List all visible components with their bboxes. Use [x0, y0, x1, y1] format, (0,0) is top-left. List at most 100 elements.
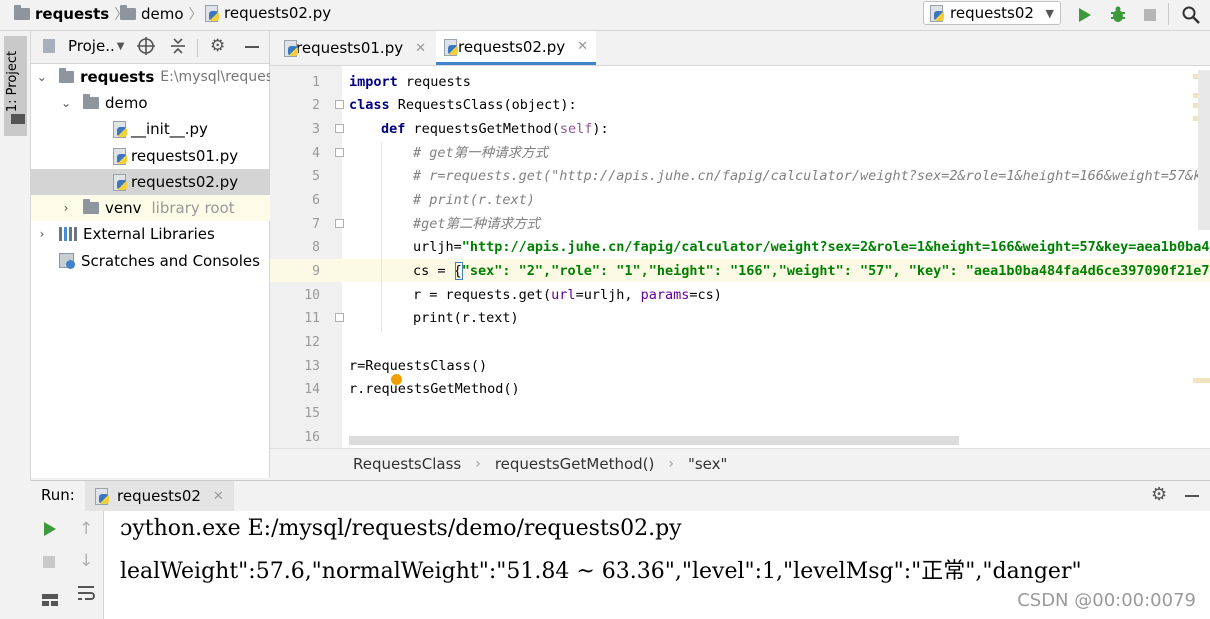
breadcrumb-demo[interactable]: demo 〉	[120, 4, 203, 24]
fold-marker-icon[interactable]	[335, 219, 344, 228]
line-number: 8	[312, 240, 320, 255]
line-number: 5	[312, 169, 320, 184]
text-caret	[455, 262, 463, 280]
folder-icon	[14, 5, 30, 20]
soft-wrap-icon[interactable]	[77, 585, 95, 605]
code-line-5: # r=requests.get("http://apis.juhe.cn/fa…	[413, 168, 1210, 184]
debug-icon[interactable]	[1108, 5, 1128, 25]
run-panel-label: Run:	[41, 486, 75, 504]
gear-icon[interactable]: ⚙	[1151, 485, 1167, 505]
tree-item-path: E:\mysql\reques	[160, 69, 273, 85]
line-number: 2	[312, 98, 320, 113]
run-tab-requests02[interactable]: requests02 ✕	[85, 481, 234, 511]
navigation-bar: requests 〉 demo 〉 requests02.py requests…	[0, 0, 1210, 31]
code-line-4: # get第一种请求方式	[413, 145, 549, 161]
python-file-icon	[95, 488, 109, 505]
tree-item-label: External Libraries	[83, 225, 215, 243]
breadcrumb-method[interactable]: requestsGetMethod()	[495, 455, 655, 473]
python-file-icon	[205, 5, 219, 22]
code-line-11: print(r.text)	[413, 310, 519, 326]
code-line-3: def requestsGetMethod(self):	[381, 121, 609, 137]
error-stripe-marker[interactable]	[1193, 378, 1210, 383]
python-file-icon	[444, 38, 458, 56]
chevron-right-icon: ›	[63, 201, 69, 215]
scratches-icon	[59, 253, 75, 269]
hide-panel-icon[interactable]	[245, 46, 259, 48]
code-line-6: # print(r.text)	[413, 192, 535, 208]
console-line: ɔython.exe E:/mysql/requests/demo/reques…	[120, 516, 682, 541]
tree-item-requests[interactable]: ⌄ requests E:\mysql\reques	[31, 64, 273, 90]
tree-item-label: requests01.py	[131, 147, 239, 165]
fold-marker-icon[interactable]	[335, 313, 344, 322]
run-configuration-dropdown[interactable]: requests02 ▼	[923, 1, 1061, 25]
run-toolbar: ↑ ↓	[31, 511, 104, 619]
locate-icon[interactable]	[137, 37, 155, 59]
tab-label: requests01.py	[296, 39, 404, 57]
code-line-14: r.requestsGetMethod()	[349, 381, 520, 397]
code-line-10: r = requests.get(url=urljh, params=cs)	[413, 287, 722, 303]
close-icon[interactable]: ✕	[415, 41, 426, 56]
folder-icon	[11, 114, 25, 124]
chevron-right-icon: ›	[668, 455, 674, 472]
editor-tabs-bar: requests01.py ✕ requests02.py ✕	[270, 31, 1210, 66]
python-file-icon	[113, 174, 127, 191]
line-number: 6	[312, 193, 320, 208]
stop-icon[interactable]	[1140, 5, 1160, 25]
close-icon[interactable]: ✕	[577, 39, 588, 54]
tree-item-label: __init__.py	[131, 120, 208, 138]
tree-item-label: requests	[80, 68, 155, 86]
toolbar-divider	[1168, 3, 1169, 25]
tree-item-demo[interactable]: ⌄ demo	[31, 90, 297, 116]
folder-icon	[58, 68, 75, 83]
breadcrumb-project[interactable]: requests 〉	[14, 4, 128, 24]
arrow-up-icon[interactable]: ↑	[79, 519, 93, 539]
tab-label: requests02.py	[458, 37, 566, 56]
chevron-down-icon: ⌄	[60, 96, 72, 110]
breadcrumb-key[interactable]: "sex"	[688, 455, 727, 473]
vertical-scrollbar[interactable]	[1198, 70, 1210, 230]
intention-bulb-icon[interactable]	[391, 374, 402, 385]
tree-item-scratches[interactable]: Scratches and Consoles	[31, 248, 297, 274]
rerun-icon[interactable]	[43, 521, 57, 541]
breadcrumb-file[interactable]: requests02.py	[205, 4, 331, 22]
code-line-1: import requests	[349, 74, 471, 90]
fold-marker-icon[interactable]	[335, 148, 344, 157]
folder-icon	[83, 199, 99, 214]
tree-item-venv[interactable]: › venv library root	[31, 195, 297, 221]
fold-marker-icon[interactable]	[335, 124, 344, 133]
project-view-icon	[43, 39, 55, 53]
breadcrumb-class[interactable]: RequestsClass	[353, 455, 461, 473]
close-icon[interactable]: ✕	[213, 489, 224, 504]
horizontal-scrollbar[interactable]	[349, 436, 959, 445]
stop-icon[interactable]	[43, 556, 55, 568]
folder-icon	[83, 94, 99, 109]
python-file-icon	[284, 40, 298, 57]
python-file-icon	[113, 148, 127, 165]
library-icon	[59, 227, 77, 241]
collapse-all-icon[interactable]	[170, 37, 186, 59]
arrow-down-icon[interactable]: ↓	[79, 551, 93, 571]
line-number: 3	[312, 122, 320, 137]
gear-icon[interactable]: ⚙	[210, 37, 225, 55]
project-view-dropdown[interactable]: Proje.. ▼	[68, 37, 124, 55]
fold-marker-icon[interactable]	[335, 100, 344, 109]
tab-requests02[interactable]: requests02.py ✕	[436, 31, 596, 65]
line-number: 14	[304, 382, 320, 397]
chevron-down-icon: ⌄	[36, 70, 47, 84]
code-line-8: urljh="http://apis.juhe.cn/fapig/calcula…	[413, 239, 1210, 255]
line-number: 10	[304, 288, 320, 303]
line-number: 7	[312, 217, 320, 232]
editor-breadcrumb: RequestsClass › requestsGetMethod() › "s…	[270, 448, 1210, 478]
chevron-right-icon: 〉	[188, 7, 203, 23]
folder-icon	[120, 5, 136, 20]
tree-item-label: demo	[105, 94, 148, 112]
line-number: 12	[304, 335, 320, 350]
run-icon[interactable]	[1075, 5, 1095, 25]
layout-icon[interactable]	[41, 593, 59, 611]
hide-panel-icon[interactable]	[1185, 495, 1199, 497]
search-icon[interactable]	[1181, 5, 1201, 25]
code-line-13: r=RequestsClass()	[349, 358, 488, 374]
chevron-right-icon: ›	[475, 455, 481, 472]
tree-item-external-libraries[interactable]: › External Libraries	[31, 221, 273, 247]
tab-requests01[interactable]: requests01.py ✕	[276, 31, 434, 65]
